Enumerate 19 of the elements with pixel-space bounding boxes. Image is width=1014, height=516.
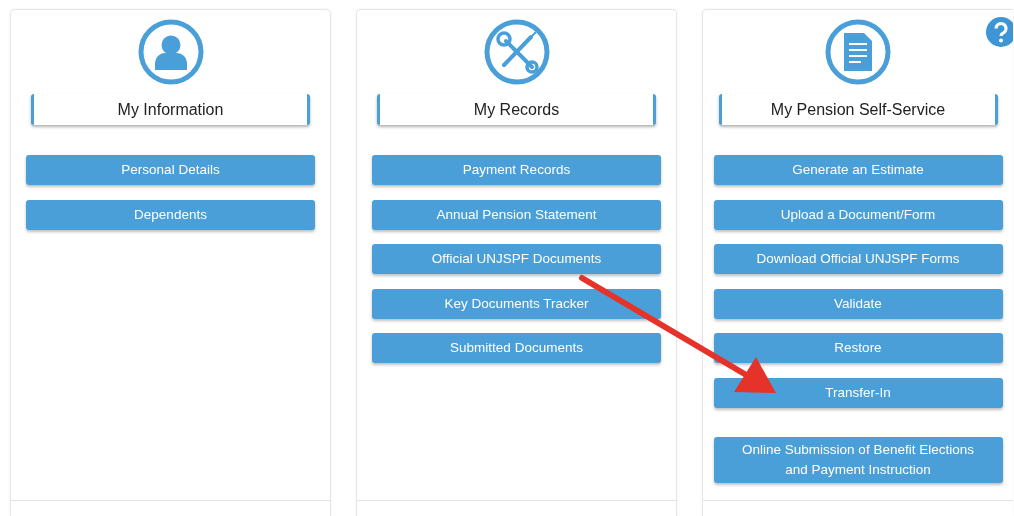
panel-title: My Records bbox=[377, 94, 656, 125]
menu-button[interactable]: Official UNJSPF Documents bbox=[372, 244, 661, 274]
menu-button[interactable]: Key Documents Tracker bbox=[372, 288, 661, 319]
document-icon bbox=[823, 17, 893, 87]
menu-button[interactable]: Personal Details bbox=[26, 155, 315, 185]
menu-button[interactable]: Validate bbox=[713, 288, 1003, 319]
panel-title: My Pension Self-Service bbox=[718, 94, 998, 125]
menu-button[interactable]: Dependents bbox=[26, 199, 315, 230]
menu-button[interactable]: Online Submission of Benefit Elections and Payment Instruction bbox=[713, 436, 1003, 483]
menu-button[interactable]: Generate an Estimate bbox=[713, 155, 1003, 185]
help-icon[interactable] bbox=[986, 17, 1013, 47]
panel-title: My Information bbox=[31, 94, 310, 125]
menu-button[interactable]: Payment Records bbox=[372, 155, 661, 185]
menu-button[interactable]: Transfer-In bbox=[713, 377, 1003, 408]
menu-button[interactable]: Restore bbox=[713, 333, 1003, 363]
menu-button[interactable]: Upload a Document/Form bbox=[713, 199, 1003, 230]
menu-button[interactable]: Submitted Documents bbox=[372, 333, 661, 363]
menu-button[interactable]: Annual Pension Statement bbox=[372, 199, 661, 230]
menu-button[interactable]: Download Official UNJSPF Forms bbox=[713, 244, 1003, 274]
